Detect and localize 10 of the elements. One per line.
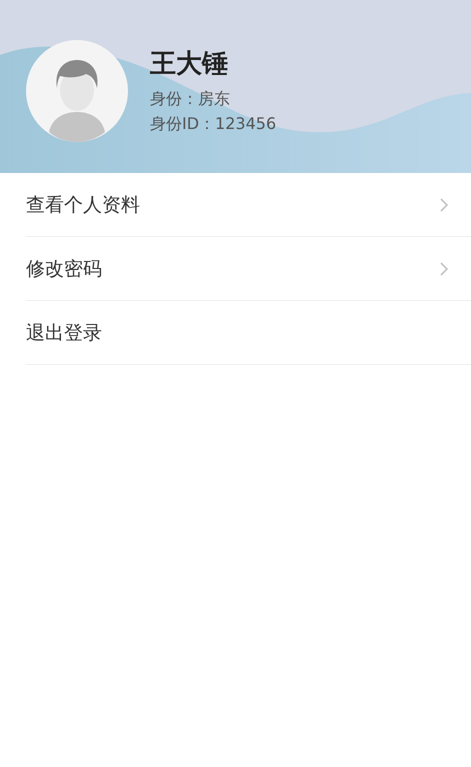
menu-item[interactable]: 修改密码 bbox=[26, 237, 471, 301]
menu-item[interactable]: 退出登录 bbox=[26, 301, 471, 365]
menu-label: 修改密码 bbox=[26, 256, 102, 282]
user-id: 身份ID：123456 bbox=[150, 114, 276, 135]
user-name: 王大锤 bbox=[150, 48, 229, 81]
menu-item[interactable]: 查看个人资料 bbox=[26, 173, 471, 237]
menu-label: 查看个人资料 bbox=[26, 192, 140, 218]
avatar-icon bbox=[26, 40, 128, 142]
user-role: 身份：房东 bbox=[150, 89, 231, 110]
menu-label: 退出登录 bbox=[26, 320, 102, 346]
